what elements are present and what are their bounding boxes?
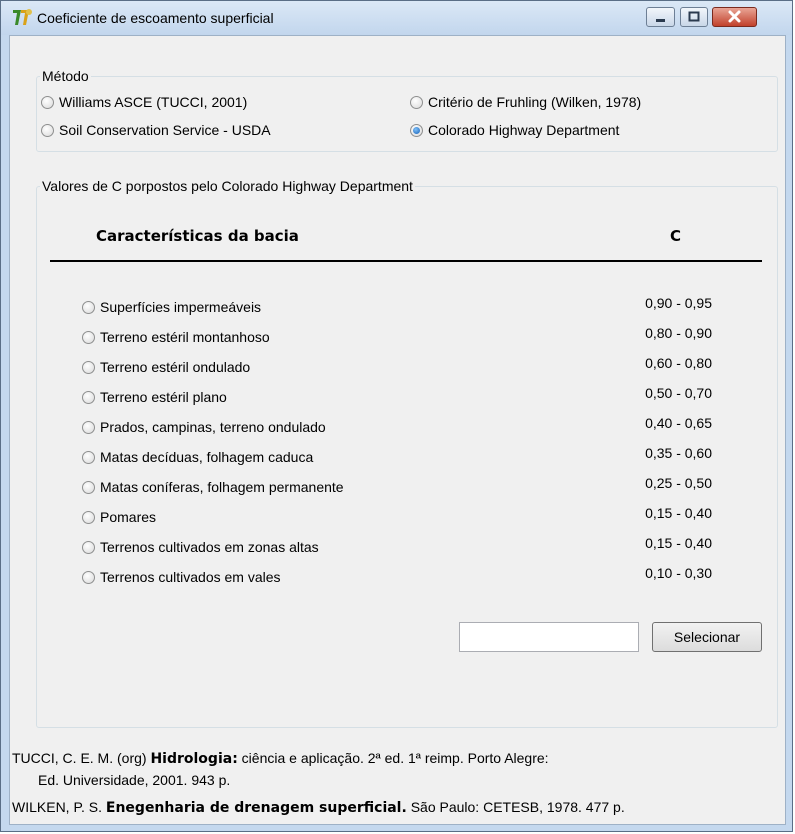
row-label: Pomares bbox=[100, 509, 157, 525]
header-divider bbox=[50, 260, 762, 262]
reference-title: Enegenharia de drenagem superficial. bbox=[105, 800, 407, 816]
reference-title: Hidrologia: bbox=[150, 751, 238, 767]
reference-text: ciência e aplicação. 2ª ed. 1ª reimp. Po… bbox=[237, 750, 549, 766]
metodo-groupbox: Método bbox=[36, 68, 778, 152]
list-item[interactable]: Terreno estéril plano bbox=[82, 388, 227, 406]
row-c-value: 0,40 - 0,65 bbox=[645, 415, 712, 431]
list-item[interactable]: Terrenos cultivados em zonas altas bbox=[82, 538, 319, 556]
list-item[interactable]: Matas decíduas, folhagem caduca bbox=[82, 448, 313, 466]
row-c-value: 0,90 - 0,95 bbox=[645, 295, 712, 311]
list-item[interactable]: Pomares bbox=[82, 508, 156, 526]
row-c-value: 0,60 - 0,80 bbox=[645, 355, 712, 371]
reference-tucci-line2: Ed. Universidade, 2001. 943 p. bbox=[38, 772, 231, 788]
radio-button[interactable] bbox=[41, 95, 54, 109]
close-button[interactable] bbox=[712, 7, 757, 27]
app-window: Coeficiente de escoamento superficial Mé… bbox=[0, 0, 793, 832]
valores-legend: Valores de C porpostos pelo Colorado Hig… bbox=[40, 178, 415, 194]
selecionar-button[interactable]: Selecionar bbox=[652, 622, 762, 652]
row-label: Terreno estéril montanhoso bbox=[100, 329, 270, 345]
row-label: Superfícies impermeáveis bbox=[100, 299, 262, 315]
radio-colorado[interactable]: Colorado Highway Department bbox=[410, 121, 619, 139]
row-c-value: 0,15 - 0,40 bbox=[645, 535, 712, 551]
radio-button[interactable] bbox=[82, 420, 95, 434]
row-c-value: 0,50 - 0,70 bbox=[645, 385, 712, 401]
list-item[interactable]: Terreno estéril montanhoso bbox=[82, 328, 270, 346]
list-item[interactable]: Terrenos cultivados em vales bbox=[82, 568, 281, 586]
radio-button[interactable] bbox=[82, 360, 95, 374]
row-label: Terrenos cultivados em zonas altas bbox=[100, 539, 319, 555]
radio-williams[interactable]: Williams ASCE (TUCCI, 2001) bbox=[41, 93, 247, 111]
reference-tucci: TUCCI, C. E. M. (org) Hidrologia: ciênci… bbox=[12, 750, 549, 767]
list-item[interactable]: Matas coníferas, folhagem permanente bbox=[82, 478, 344, 496]
row-c-value: 0,10 - 0,30 bbox=[645, 565, 712, 581]
radio-button[interactable] bbox=[82, 570, 95, 584]
radio-label: Critério de Fruhling (Wilken, 1978) bbox=[428, 94, 642, 110]
row-label: Terreno estéril plano bbox=[100, 389, 227, 405]
close-icon bbox=[728, 10, 741, 23]
maximize-icon bbox=[688, 11, 700, 22]
radio-label: Soil Conservation Service - USDA bbox=[59, 122, 271, 138]
window-client-area: Método Williams ASCE (TUCCI, 2001) Crité… bbox=[9, 35, 786, 825]
row-c-value: 0,35 - 0,60 bbox=[645, 445, 712, 461]
radio-button[interactable] bbox=[82, 540, 95, 554]
title-bar[interactable]: Coeficiente de escoamento superficial bbox=[1, 1, 792, 35]
radio-button[interactable] bbox=[410, 95, 423, 109]
row-c-value: 0,15 - 0,40 bbox=[645, 505, 712, 521]
reference-text: TUCCI, C. E. M. (org) bbox=[12, 750, 151, 766]
row-c-value: 0,25 - 0,50 bbox=[645, 475, 712, 491]
radio-scs-usda[interactable]: Soil Conservation Service - USDA bbox=[41, 121, 271, 139]
app-logo-icon bbox=[11, 7, 33, 29]
radio-button[interactable] bbox=[82, 450, 95, 464]
row-label: Terreno estéril ondulado bbox=[100, 359, 251, 375]
row-label: Matas decíduas, folhagem caduca bbox=[100, 449, 314, 465]
reference-text: São Paulo: CETESB, 1978. 477 p. bbox=[406, 799, 625, 815]
list-item[interactable]: Prados, campinas, terreno ondulado bbox=[82, 418, 326, 436]
radio-button[interactable] bbox=[82, 510, 95, 524]
c-value-input[interactable] bbox=[459, 622, 639, 652]
radio-button-selected[interactable] bbox=[410, 123, 423, 137]
radio-fruhling[interactable]: Critério de Fruhling (Wilken, 1978) bbox=[410, 93, 641, 111]
minimize-button[interactable] bbox=[646, 7, 675, 27]
column-header-c: C bbox=[670, 227, 682, 245]
reference-wilken: WILKEN, P. S. Enegenharia de drenagem su… bbox=[12, 799, 625, 816]
maximize-button[interactable] bbox=[680, 7, 708, 27]
column-header-caracteristicas: Características da bacia bbox=[96, 227, 299, 245]
row-label: Terrenos cultivados em vales bbox=[100, 569, 281, 585]
row-label: Matas coníferas, folhagem permanente bbox=[100, 479, 344, 495]
radio-button[interactable] bbox=[82, 390, 95, 404]
radio-label: Colorado Highway Department bbox=[428, 122, 620, 138]
radio-button[interactable] bbox=[82, 480, 95, 494]
radio-button[interactable] bbox=[41, 123, 54, 137]
window-title: Coeficiente de escoamento superficial bbox=[37, 10, 274, 26]
radio-button[interactable] bbox=[82, 330, 95, 344]
row-c-value: 0,80 - 0,90 bbox=[645, 325, 712, 341]
radio-button[interactable] bbox=[82, 300, 95, 314]
row-label: Prados, campinas, terreno ondulado bbox=[100, 419, 326, 435]
list-item[interactable]: Terreno estéril ondulado bbox=[82, 358, 250, 376]
reference-text: WILKEN, P. S. bbox=[12, 799, 106, 815]
radio-label: Williams ASCE (TUCCI, 2001) bbox=[59, 94, 248, 110]
list-item[interactable]: Superfícies impermeáveis bbox=[82, 298, 261, 316]
minimize-icon bbox=[656, 19, 665, 22]
metodo-legend: Método bbox=[40, 68, 91, 84]
